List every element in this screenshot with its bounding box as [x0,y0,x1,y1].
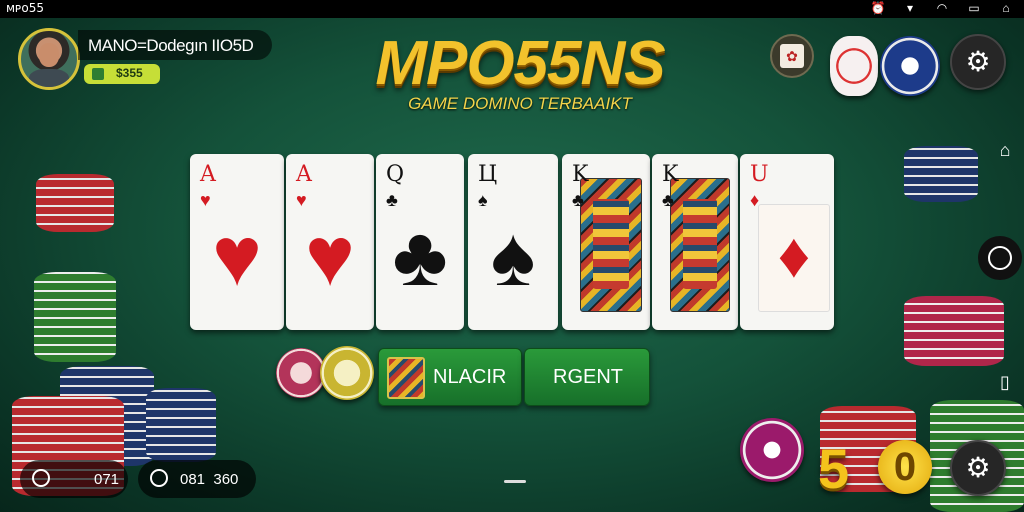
card-thumbnail-icon [387,357,425,399]
card-rank: K [662,162,679,187]
circle-icon [988,246,1012,270]
divider-dash [504,480,526,483]
status-bar: ᴍᴘᴏ55 ⏰ ▾ ◠ ▭ ⌂ [0,0,1024,18]
card-suit-large: ♥ [305,209,355,303]
bottom-left-pill[interactable]: 071 [20,460,128,498]
coin-icon [92,68,104,80]
chip-stack-red [36,174,114,232]
cast-icon: ⌂ [1002,1,1010,15]
chip-stack-pink-right [904,296,1004,366]
game-subtitle: GAME DOMINO TERBAAIKT [408,94,632,113]
bottom-center-pill[interactable]: 081 360 [138,460,256,498]
playing-card-king[interactable]: K ♣ [652,154,738,330]
chip-icon [150,469,168,487]
alarm-icon: ⏰ [870,1,886,15]
king-artwork [670,178,730,312]
playing-card[interactable]: A ♥ ♥ [190,154,284,330]
game-logo: MPO55NS [375,29,665,98]
chip-stack-blue-right [904,146,978,202]
wifi-icon: ◠ [936,1,948,15]
chip-magenta [740,418,804,482]
bet-chip-gold[interactable] [320,346,374,400]
card-suit-small: ♣ [572,190,584,210]
playing-card[interactable]: A ♥ ♥ [286,154,374,330]
action-button-right[interactable]: RGENT [524,348,650,406]
coin-balance: $355 [116,66,143,80]
card-suit-large: ♣ [392,209,448,303]
action-button-left[interactable]: NLACIR [378,348,522,406]
seal-icon[interactable]: ✿ [770,34,814,78]
avatar-shirt [29,69,69,87]
signal-icon: ▾ [906,1,914,15]
bet-chip-pink[interactable] [276,348,326,398]
gold-number: 5 [818,437,850,500]
bottom-center-value: 081 360 [180,471,239,488]
settings-button-top[interactable]: ⚙ [950,34,1006,90]
action-button-right-label: RGENT [553,366,623,388]
player-avatar[interactable] [18,28,80,90]
chip-stack-blue-2 [146,388,216,462]
home-icon[interactable]: ⌂ [994,140,1016,161]
card-rank: A [296,162,312,187]
seal-mark: ✿ [780,44,804,68]
bottom-left-value: 071 [94,471,120,488]
card-rank: K [572,162,589,187]
gold-coin: 0 [878,440,932,494]
status-app-label: ᴍᴘᴏ55 [6,1,44,15]
card-rank: A [200,162,216,187]
king-artwork [580,178,642,312]
card-rank: U [750,162,769,187]
card-rank: Q [386,162,405,187]
stacked-card: ♦ [758,204,830,312]
chip-white [830,36,878,96]
avatar-face [39,43,59,67]
chip-blue [880,36,940,96]
player-name: MANO=Dodegın IIO5D [88,36,254,55]
card-suit-large: ♦ [777,219,811,291]
card-suit-large: ♠ [490,209,536,303]
card-rank: Ц [478,162,498,187]
playing-card[interactable]: Q ♣ ♣ [376,154,464,330]
playing-card[interactable]: Ц ♠ ♠ [468,154,558,330]
chip-stack-green [34,272,116,362]
card-suit-small: ♣ [662,190,674,210]
king-artwork-inner [593,199,629,289]
back-icon[interactable]: ▯ [994,372,1016,393]
action-button-left-label: NLACIR [433,366,507,388]
playing-card-king[interactable]: K ♣ [562,154,650,330]
refresh-icon [32,469,50,487]
status-icons: ⏰ ▾ ◠ ▭ ⌂ [870,1,1014,15]
circle-button[interactable] [978,236,1022,280]
card-suit-large: ♥ [212,209,262,303]
battery-icon: ▭ [968,1,980,15]
playing-card[interactable]: U ♦ ♦ [740,154,834,330]
king-artwork-inner [683,199,717,289]
settings-button-bottom[interactable]: ⚙ [950,440,1006,496]
